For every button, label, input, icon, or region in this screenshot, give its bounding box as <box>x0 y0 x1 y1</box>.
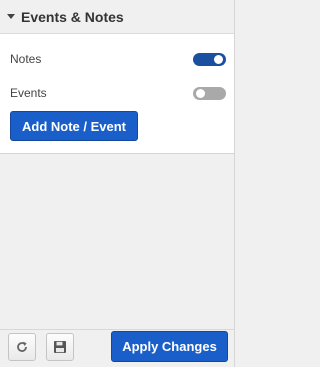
notes-row: Notes <box>10 49 226 69</box>
footer-divider <box>0 329 234 330</box>
settings-panel: Events & Notes Notes Events Add Note / E… <box>0 0 235 367</box>
events-row: Events <box>10 83 226 103</box>
section-header-events-notes[interactable]: Events & Notes <box>0 0 234 34</box>
events-label: Events <box>10 86 47 100</box>
save-button[interactable] <box>46 333 74 361</box>
notes-toggle[interactable] <box>193 52 226 66</box>
section-body: Notes Events Add Note / Event <box>0 34 234 154</box>
apply-changes-button[interactable]: Apply Changes <box>111 331 228 362</box>
toggle-knob <box>214 54 223 64</box>
reset-button[interactable] <box>8 333 36 361</box>
floppy-disk-icon <box>54 341 66 353</box>
section-title: Events & Notes <box>21 8 124 25</box>
refresh-icon <box>17 341 27 352</box>
events-toggle[interactable] <box>193 86 226 100</box>
add-note-event-button[interactable]: Add Note / Event <box>10 111 138 141</box>
notes-label: Notes <box>10 52 42 66</box>
caret-down-icon <box>7 14 15 19</box>
toggle-knob <box>196 88 205 98</box>
